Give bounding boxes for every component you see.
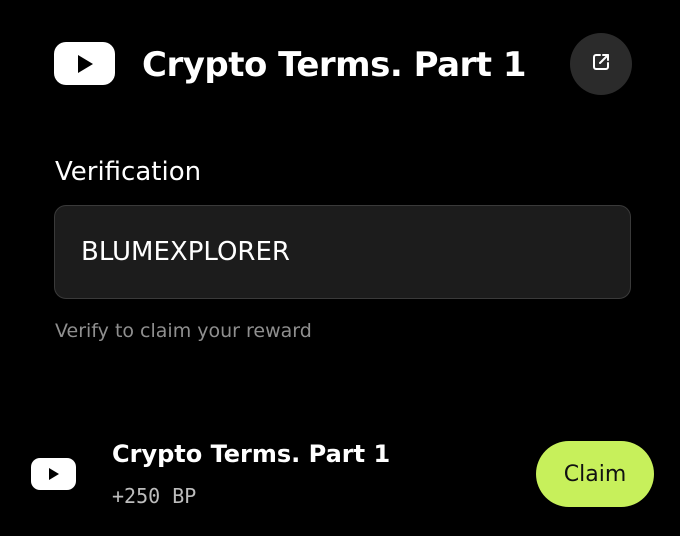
task-reward: +250 BP [112,484,197,508]
external-link-icon [591,52,611,76]
task-title: Crypto Terms. Part 1 [112,440,391,468]
youtube-icon [31,458,76,490]
claim-button[interactable]: Claim [536,441,654,507]
page-title: Crypto Terms. Part 1 [142,45,527,85]
youtube-icon [54,42,115,85]
task-panel: Crypto Terms. Part 1 Verification Verify… [0,0,680,536]
verification-input[interactable] [54,205,631,299]
open-link-button[interactable] [570,33,632,95]
verification-hint: Verify to claim your reward [55,320,312,342]
verification-label: Verification [55,157,202,187]
